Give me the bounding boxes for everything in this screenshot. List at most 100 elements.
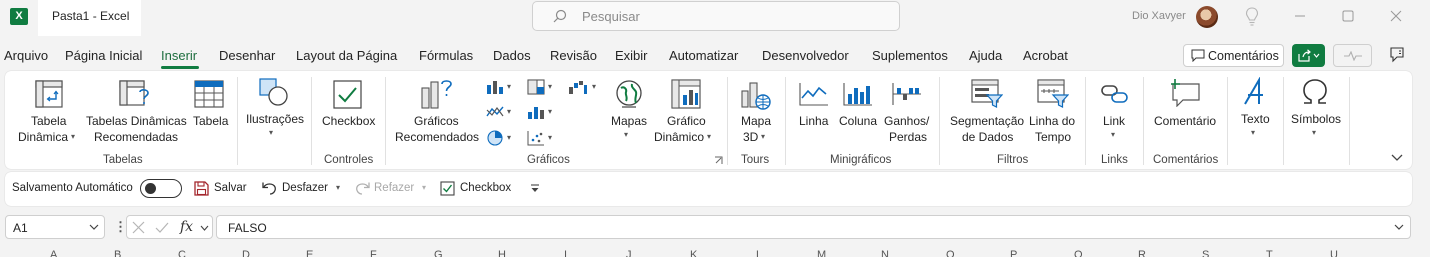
- catch-up-button[interactable]: [1333, 44, 1372, 67]
- tab-arquivo[interactable]: Arquivo: [4, 48, 48, 63]
- search-icon: [553, 9, 567, 23]
- group-label-filtros: Filtros: [997, 154, 1029, 166]
- tab-formulas[interactable]: Fórmulas: [419, 48, 473, 63]
- column-header[interactable]: R: [1138, 249, 1146, 257]
- minimize-icon[interactable]: [1292, 8, 1308, 24]
- group-separator: [385, 77, 386, 165]
- column-header[interactable]: K: [690, 249, 697, 257]
- avatar[interactable]: [1196, 6, 1218, 28]
- enter-check-icon[interactable]: [155, 221, 169, 234]
- chevron-down-icon[interactable]: [200, 225, 209, 231]
- column-header[interactable]: J: [626, 249, 632, 257]
- column-header[interactable]: G: [434, 249, 443, 257]
- tab-layout-da-pagina[interactable]: Layout da Página: [296, 48, 397, 63]
- column-header[interactable]: U: [1330, 249, 1338, 257]
- pivot-chart-icon: [671, 79, 701, 109]
- tab-inserir[interactable]: Inserir: [161, 48, 197, 63]
- tab-revisao[interactable]: Revisão: [550, 48, 597, 63]
- tab-ajuda[interactable]: Ajuda: [969, 48, 1002, 63]
- share-button[interactable]: [1292, 44, 1325, 67]
- pivot-chart-label-1: Gráfico: [667, 114, 706, 128]
- group-separator: [1227, 77, 1228, 165]
- chevron-down-icon: ▾: [761, 132, 766, 141]
- column-header[interactable]: S: [1202, 249, 1209, 257]
- redo-icon: [356, 182, 370, 195]
- user-name[interactable]: Dio Xavyer: [1132, 10, 1186, 22]
- text-icon: [1244, 77, 1263, 105]
- column-header[interactable]: Q: [1074, 249, 1083, 257]
- dialog-launcher-icon[interactable]: [714, 156, 723, 165]
- column-header[interactable]: T: [1266, 249, 1273, 257]
- sparkline-column-icon: [843, 83, 872, 106]
- column-header[interactable]: M: [817, 249, 826, 257]
- waterfall-chart-icon: [569, 81, 587, 94]
- link-label: Link: [1103, 114, 1126, 128]
- comments-button[interactable]: Comentários: [1183, 44, 1284, 67]
- autosave-toggle[interactable]: [140, 179, 182, 198]
- tab-dados[interactable]: Dados: [493, 48, 531, 63]
- slicer-label-1: Segmentação: [950, 114, 1025, 128]
- column-header[interactable]: I: [564, 249, 567, 257]
- sparkline-win-loss-icon: [892, 83, 921, 105]
- tab-desenvolvedor[interactable]: Desenvolvedor: [762, 48, 849, 63]
- recommended-charts-label-2: Recomendados: [395, 130, 480, 144]
- column-header[interactable]: E: [306, 249, 313, 257]
- column-header[interactable]: F: [370, 249, 377, 257]
- chevron-down-icon: ▾: [1111, 130, 1116, 139]
- tab-desenhar[interactable]: Desenhar: [219, 48, 275, 63]
- expand-formula-bar-icon[interactable]: [1394, 224, 1404, 231]
- maximize-icon[interactable]: [1340, 8, 1356, 24]
- chevron-down-icon: ▾: [624, 130, 629, 139]
- comments-button-label: Comentários: [1208, 49, 1279, 63]
- column-header[interactable]: B: [114, 249, 121, 257]
- search-input[interactable]: Pesquisar: [532, 1, 900, 31]
- insert-function-icon[interactable]: fx: [180, 219, 193, 235]
- group-separator: [785, 77, 786, 165]
- table-icon: [194, 80, 224, 108]
- column-header[interactable]: H: [498, 249, 506, 257]
- column-header[interactable]: C: [178, 249, 186, 257]
- excel-app-icon[interactable]: X: [10, 8, 28, 25]
- pivot-table-label-1: Tabela: [31, 114, 67, 128]
- close-icon[interactable]: [1388, 8, 1404, 24]
- scatter-chart-icon: [527, 131, 544, 146]
- column-header[interactable]: P: [1010, 249, 1017, 257]
- pie-chart-icon: [487, 130, 503, 146]
- save-label: Salvar: [214, 182, 247, 194]
- column-headers: A B C D E F G H I J K L M N O P Q R S T …: [0, 247, 1430, 257]
- column-header[interactable]: D: [242, 249, 250, 257]
- chevron-down-icon: ▾: [548, 133, 553, 142]
- group-separator: [1283, 77, 1284, 165]
- tab-pagina-inicial[interactable]: Página Inicial: [65, 48, 142, 63]
- omega-icon: [1303, 79, 1327, 104]
- sparkline-win-loss-label-2: Perdas: [889, 130, 928, 144]
- tab-automatizar[interactable]: Automatizar: [669, 48, 738, 63]
- sparkline-column-label: Coluna: [839, 114, 878, 128]
- chevron-down-icon: ▾: [592, 82, 597, 91]
- tab-suplementos[interactable]: Suplementos: [872, 48, 948, 63]
- pivot-table-label-2: Dinâmica: [18, 130, 69, 144]
- column-header[interactable]: O: [946, 249, 955, 257]
- column-header[interactable]: A: [50, 249, 57, 257]
- column-header[interactable]: N: [881, 249, 889, 257]
- pivot-chart-label-2: Dinâmico: [654, 130, 705, 144]
- tab-exibir[interactable]: Exibir: [615, 48, 648, 63]
- formula-input[interactable]: FALSO: [216, 215, 1411, 239]
- copilot-icon[interactable]: [1388, 46, 1406, 64]
- lightbulb-icon[interactable]: [1245, 7, 1259, 27]
- tab-acrobat[interactable]: Acrobat: [1023, 48, 1068, 63]
- autosave-label: Salvamento Automático: [12, 182, 133, 194]
- column-header[interactable]: L: [756, 249, 762, 257]
- group-separator: [1085, 77, 1086, 165]
- formula-value: FALSO: [228, 221, 267, 235]
- redo-label: Refazer: [374, 182, 415, 194]
- table-label: Tabela: [193, 114, 229, 128]
- cancel-icon[interactable]: [132, 221, 145, 234]
- recommended-pivot-label-2: Recomendadas: [94, 130, 179, 144]
- collapse-ribbon-chevron-icon[interactable]: [1391, 152, 1403, 162]
- chevron-down-icon: ▾: [1312, 128, 1317, 137]
- customize-qat-icon[interactable]: [530, 184, 540, 193]
- active-tab-indicator: [161, 66, 199, 69]
- document-title: Pasta1 - Excel: [52, 9, 130, 23]
- name-box[interactable]: A1: [5, 215, 105, 239]
